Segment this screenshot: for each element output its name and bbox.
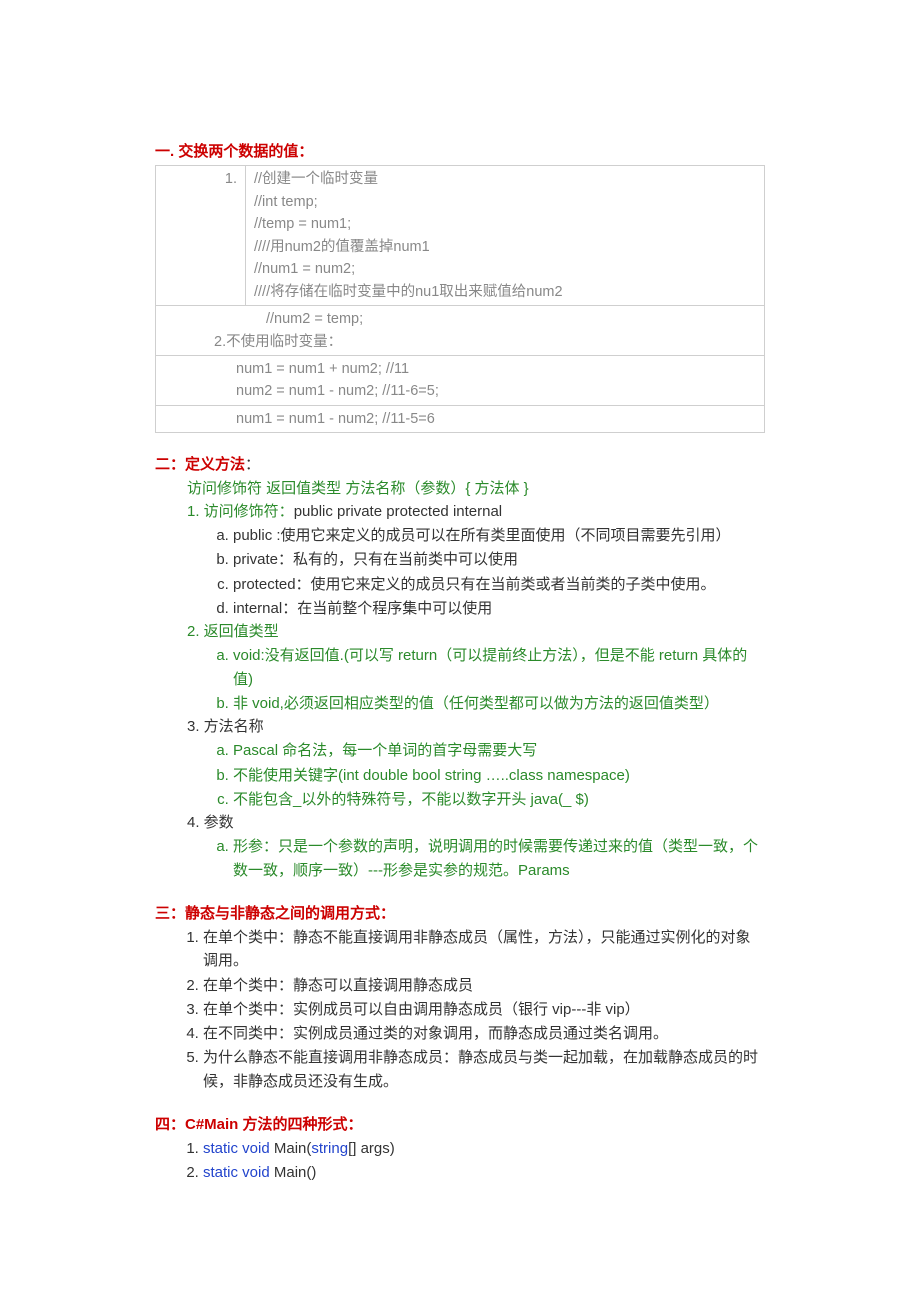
section-define-method: 二：定义方法： 访问修饰符 返回值类型 方法名称（参数）{ 方法体 } 1. 访… [155,453,765,882]
code-line: num1 = num1 + num2; //11 [236,361,409,377]
code-line: //int temp; [254,194,318,210]
item-2: 2. 返回值类型 [155,620,765,643]
list-item: static void Main(string[] args) [203,1137,765,1160]
code-line: num2 = num1 - num2; //11-6=5; [236,383,439,399]
kw-static-void: static void [203,1140,270,1157]
list-item: Pascal 命名法，每一个单词的首字母需要大写 [233,739,765,762]
code-line: //创建一个临时变量 [254,171,378,187]
code-line: //temp = num1; [254,216,351,232]
return-type-list: void:没有返回值.(可以写 return（可以提前终止方法），但是不能 re… [187,644,765,715]
code-table-1: 1. //创建一个临时变量 //int temp; //temp = num1;… [155,165,765,433]
list-item: 形参：只是一个参数的声明，说明调用的时候需要传递过来的值（类型一致，个数一致，顺… [233,835,765,882]
txt-main-empty: Main() [270,1164,317,1181]
item-4: 4. 参数 [155,811,765,834]
list-item: private：私有的，只有在当前类中可以使用 [233,548,765,571]
modifier-list: public :使用它来定义的成员可以在所有类里面使用（不同项目需要先引用） p… [187,524,765,620]
code-cell-1: //创建一个临时变量 //int temp; //temp = num1; //… [246,166,765,306]
heading-2: 二：定义方法： [155,453,765,476]
kw-string: string [311,1140,348,1157]
list-item: 为什么静态不能直接调用非静态成员：静态成员与类一起加载，在加载静态成员的时候，非… [203,1046,765,1093]
list-item: 非 void,必须返回相应类型的值（任何类型都可以做为方法的返回值类型） [233,692,765,715]
section-static: 三：静态与非静态之间的调用方式： 在单个类中：静态不能直接调用非静态成员（属性，… [155,902,765,1093]
list-item: void:没有返回值.(可以写 return（可以提前终止方法），但是不能 re… [233,644,765,691]
item-1: 1. 访问修饰符：public private protected intern… [155,500,765,523]
code-line: 2.不使用临时变量： [176,331,342,353]
list-item: 在单个类中：静态可以直接调用静态成员 [203,974,765,997]
code-line: //num1 = num2; [254,261,355,277]
code-cell-3: num1 = num1 + num2; //11 num2 = num1 - n… [156,356,765,406]
list-item: internal：在当前整个程序集中可以使用 [233,597,765,620]
method-name-list: Pascal 命名法，每一个单词的首字母需要大写 不能使用关键字(int dou… [187,739,765,811]
desc: 使用它来定义的成员可以在所有类里面使用（不同项目需要先引用） [281,527,731,544]
kw-static-void: static void [203,1164,270,1181]
param-list: 形参：只是一个参数的声明，说明调用的时候需要传递过来的值（类型一致，个数一致，顺… [187,835,765,882]
item-1-label: 1. 访问修饰符： [187,503,294,520]
list-item: 在单个类中：静态不能直接调用非静态成员（属性，方法），只能通过实例化的对象调用。 [203,926,765,973]
list-item: 在单个类中：实例成员可以自由调用静态成员（银行 vip---非 vip） [203,998,765,1021]
main-forms-list: static void Main(string[] args) static v… [155,1137,765,1185]
heading-2-text: 二：定义方法 [155,456,245,473]
section-main-forms: 四：C#Main 方法的四种形式： static void Main(strin… [155,1113,765,1185]
list-item: 在不同类中：实例成员通过类的对象调用，而静态成员通过类名调用。 [203,1022,765,1045]
list-item: static void Main() [203,1161,765,1184]
heading-3: 三：静态与非静态之间的调用方式： [155,902,765,925]
kw: public : [233,527,281,544]
code-line: ////用num2的值覆盖掉num1 [254,239,430,255]
code-line: num1 = num1 - num2; //11-5=6 [236,411,435,427]
list-item: public :使用它来定义的成员可以在所有类里面使用（不同项目需要先引用） [233,524,765,547]
txt-args: [] args) [348,1140,395,1157]
heading-2-colon: ： [245,456,260,473]
heading-4: 四：C#Main 方法的四种形式： [155,1113,765,1136]
method-syntax: 访问修饰符 返回值类型 方法名称（参数）{ 方法体 } [155,477,765,500]
list-item: protected：使用它来定义的成员只有在当前类或者当前类的子类中使用。 [233,573,765,596]
list-item: 不能包含_以外的特殊符号，不能以数字开头 java(_ $) [233,788,765,811]
code-cell-2: //num2 = temp; 2.不使用临时变量： [156,306,765,356]
code-cell-4: num1 = num1 - num2; //11-5=6 [156,405,765,432]
section-swap-values: 一. 交换两个数据的值： 1. //创建一个临时变量 //int temp; /… [155,140,765,433]
heading-1: 一. 交换两个数据的值： [155,140,765,163]
code-line: //num2 = temp; [176,308,363,330]
code-line: ////将存储在临时变量中的nu1取出来赋值给num2 [254,284,563,300]
item-3: 3. 方法名称 [155,715,765,738]
code-label-1: 1. [156,166,246,306]
txt-main-open: Main( [270,1140,312,1157]
static-list: 在单个类中：静态不能直接调用非静态成员（属性，方法），只能通过实例化的对象调用。… [155,926,765,1093]
list-item: 不能使用关键字(int double bool string …..class … [233,764,765,787]
item-1-keywords: public private protected internal [294,503,502,520]
